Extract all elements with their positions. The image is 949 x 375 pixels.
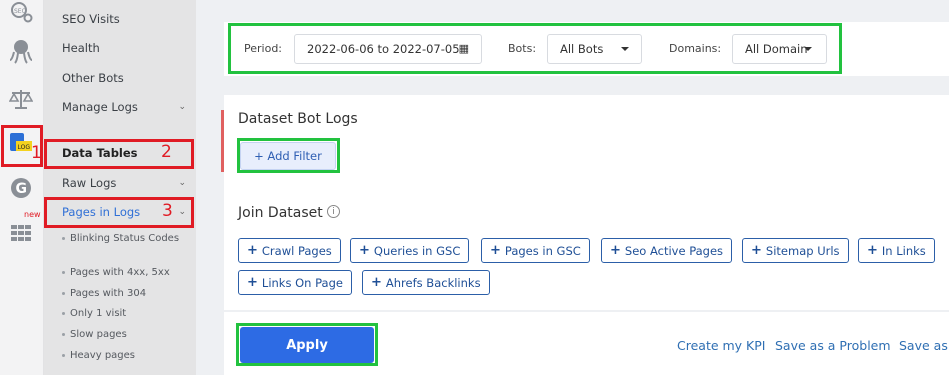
join-button-label: Pages in GSC [504,243,581,258]
highlight-filter-bar [228,23,842,74]
save-as-problem-link[interactable]: Save as a Problem [775,338,891,353]
sidebar-item-label: Raw Logs [62,176,117,190]
join-dataset-title: Join Dataset [238,205,323,221]
sidebar-item-manage-logs[interactable]: Manage Logs ⌄ [44,92,196,122]
sidebar-item-label: Health [62,41,100,55]
join-button-label: Crawl Pages [261,243,332,258]
sidebar-item-other-bots[interactable]: Other Bots [44,63,196,93]
icon-rail: SEO LOG G new [0,0,44,375]
svg-text:SEO: SEO [14,8,27,15]
svg-text:G: G [16,181,28,197]
subitem-pages-304[interactable]: Pages with 304 [62,287,188,300]
join-ahrefs-backlinks-button[interactable]: + Ahrefs Backlinks [362,270,490,295]
join-button-label: Sitemap Urls [765,243,840,258]
join-queries-gsc-button[interactable]: + Queries in GSC [350,238,470,263]
subitem-slow-pages[interactable]: Slow pages [62,328,188,341]
join-button-label: Ahrefs Backlinks [385,275,481,290]
subitem-heavy-pages[interactable]: Heavy pages [62,349,188,362]
join-button-label: Queries in GSC [373,243,461,258]
highlight-apply [236,323,378,366]
sidebar-item-label: Manage Logs [62,100,138,114]
join-pages-gsc-button[interactable]: + Pages in GSC [481,238,590,263]
chevron-down-icon: ⌄ [178,178,186,188]
subitem-blinking-status-codes[interactable]: Blinking Status Codes [62,232,188,245]
new-badge: new [24,210,41,219]
scales-icon[interactable] [8,86,34,112]
sidebar-item-health[interactable]: Health [44,33,196,63]
save-as-link[interactable]: Save as [899,338,948,353]
join-sitemap-urls-button[interactable]: + Sitemap Urls [742,238,849,263]
octopus-icon[interactable] [8,38,34,64]
join-links-on-page-button[interactable]: + Links On Page [238,270,352,295]
accent-bar [221,110,224,172]
join-button-label: In Links [881,243,926,258]
main-content: Period: 2022-06-06 to 2022-07-05 ▦ Bots:… [196,0,949,375]
subitem-only-1-visit[interactable]: Only 1 visit [62,307,188,320]
join-crawl-pages-button[interactable]: + Crawl Pages [238,238,341,263]
sidebar-item-raw-logs[interactable]: Raw Logs ⌄ [44,168,196,198]
highlight-add-filter [237,138,340,173]
table-grid-icon[interactable] [8,220,34,246]
sidebar-item-seo-visits[interactable]: SEO Visits [44,4,196,34]
join-button-label: Seo Active Pages [624,243,724,258]
annotation-number-1: 1 [31,143,42,163]
join-in-links-button[interactable]: + In Links [858,238,935,263]
dataset-title: Dataset Bot Logs [238,111,358,127]
join-seo-active-pages-button[interactable]: + Seo Active Pages [601,238,733,263]
join-button-label: Links On Page [261,275,343,290]
subitem-pages-4xx-5xx[interactable]: Pages with 4xx, 5xx [62,266,188,279]
create-kpi-link[interactable]: Create my KPI [677,338,765,353]
sidebar: SEO Visits Health Other Bots Manage Logs… [44,0,196,375]
g-circle-icon[interactable]: G [8,175,34,201]
seo-bulb-icon[interactable]: SEO [8,0,34,26]
sidebar-item-label: SEO Visits [62,12,120,26]
chevron-down-icon: ⌄ [178,102,186,112]
sidebar-item-label: Other Bots [62,71,124,85]
annotation-number-2: 2 [161,142,172,162]
info-icon[interactable]: i [327,205,340,218]
annotation-number-3: 3 [162,201,173,221]
